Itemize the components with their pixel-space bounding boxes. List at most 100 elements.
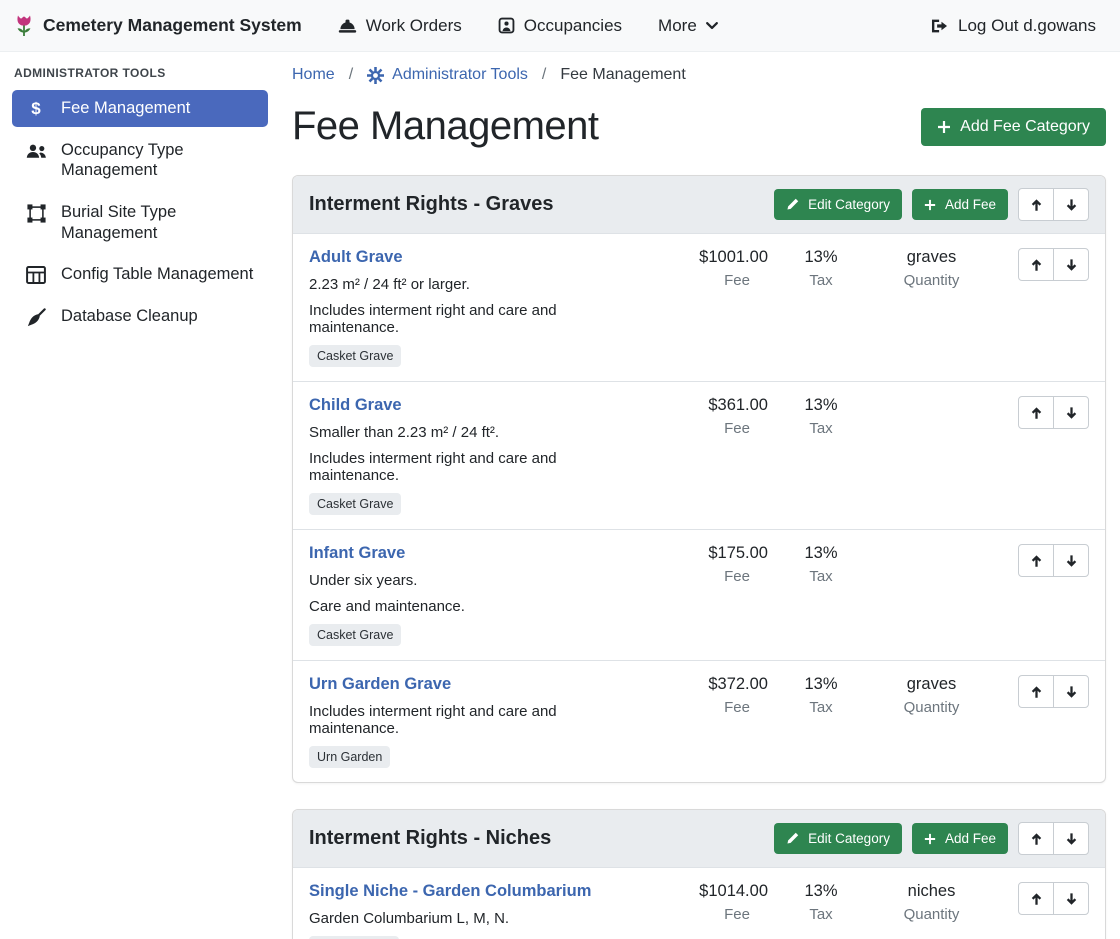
move-fee-down-button[interactable]: [1053, 248, 1089, 281]
move-fee-up-button[interactable]: [1018, 248, 1054, 281]
fee-actions: [999, 248, 1089, 281]
fee-amount: $175.00: [638, 544, 768, 563]
fee-actions: [999, 544, 1089, 577]
nav-occupancies[interactable]: Occupancies: [498, 16, 622, 36]
logout-icon: [930, 18, 949, 34]
move-fee-down-button[interactable]: [1053, 675, 1089, 708]
fee-category-card-graves: Interment Rights - Graves Edit Category …: [292, 175, 1106, 783]
fee-quantity-label: Quantity: [874, 272, 989, 289]
dollar-icon: $: [24, 98, 48, 119]
fee-quantity-cell: [874, 396, 989, 401]
move-category-up-button[interactable]: [1018, 188, 1054, 221]
nav-work-orders[interactable]: Work Orders: [338, 16, 462, 36]
top-navbar: Cemetery Management System Work Orders O…: [0, 0, 1120, 52]
sidebar-item-config-table-management[interactable]: Config Table Management: [12, 256, 268, 293]
add-fee-category-button[interactable]: Add Fee Category: [921, 108, 1106, 146]
add-fee-label: Add Fee: [945, 197, 996, 212]
fee-row: Adult Grave 2.23 m² / 24 ft² or larger. …: [293, 233, 1105, 381]
fee-name-link[interactable]: Adult Grave: [309, 248, 403, 267]
page-title: Fee Management: [292, 104, 599, 149]
fee-tax-cell: 13% Tax: [776, 675, 866, 716]
move-fee-up-button[interactable]: [1018, 544, 1054, 577]
arrow-down-icon: [1065, 406, 1078, 420]
nav-more-label: More: [658, 16, 697, 36]
fee-tax: 13%: [776, 544, 866, 563]
fee-category-card-niches: Interment Rights - Niches Edit Category …: [292, 809, 1106, 939]
logout-label: Log Out d.gowans: [958, 16, 1096, 36]
admin-sidebar: ADMINISTRATOR TOOLS $ Fee Management Occ…: [0, 52, 280, 340]
fee-info: Child Grave Smaller than 2.23 m² / 24 ft…: [309, 396, 638, 515]
category-header: Interment Rights - Niches Edit Category …: [293, 810, 1105, 867]
gear-icon: [367, 67, 384, 84]
fee-tax: 13%: [776, 248, 866, 267]
arrow-down-icon: [1065, 832, 1078, 846]
edit-category-label: Edit Category: [808, 831, 890, 846]
breadcrumb-separator: /: [542, 66, 546, 84]
fee-reorder-group: [1018, 396, 1089, 429]
breadcrumb-admin-tools-link[interactable]: Administrator Tools: [367, 66, 528, 84]
sidebar-item-database-cleanup[interactable]: Database Cleanup: [12, 298, 268, 335]
sidebar-item-label: Database Cleanup: [61, 306, 198, 327]
fee-row: Single Niche - Garden Columbarium Garden…: [293, 867, 1105, 939]
sidebar-item-occupancy-type-management[interactable]: Occupancy Type Management: [12, 132, 268, 189]
fee-name-link[interactable]: Infant Grave: [309, 544, 405, 563]
arrow-up-icon: [1030, 892, 1043, 906]
edit-category-button[interactable]: Edit Category: [774, 823, 902, 854]
fee-name-link[interactable]: Single Niche - Garden Columbarium: [309, 882, 591, 901]
breadcrumb-home-link[interactable]: Home: [292, 66, 335, 84]
app-brand: Cemetery Management System: [14, 14, 302, 38]
move-category-down-button[interactable]: [1053, 188, 1089, 221]
fee-amount-label: Fee: [638, 906, 768, 923]
fee-quantity: niches: [874, 882, 989, 901]
fee-info: Infant Grave Under six years. Care and m…: [309, 544, 638, 646]
fee-tax-label: Tax: [776, 568, 866, 585]
edit-category-button[interactable]: Edit Category: [774, 189, 902, 220]
fee-amount-label: Fee: [638, 420, 768, 437]
fee-description: Garden Columbarium L, M, N.: [309, 910, 632, 927]
arrow-down-icon: [1065, 198, 1078, 212]
logout-link[interactable]: Log Out d.gowans: [930, 16, 1096, 36]
app-title: Cemetery Management System: [43, 15, 302, 36]
add-fee-button[interactable]: Add Fee: [912, 823, 1008, 854]
move-category-down-button[interactable]: [1053, 822, 1089, 855]
category-reorder-group: [1018, 822, 1089, 855]
fee-name-link[interactable]: Urn Garden Grave: [309, 675, 451, 694]
move-category-up-button[interactable]: [1018, 822, 1054, 855]
fee-amount: $372.00: [638, 675, 768, 694]
add-fee-button[interactable]: Add Fee: [912, 189, 1008, 220]
breadcrumb-separator: /: [349, 66, 353, 84]
fee-quantity: graves: [874, 675, 989, 694]
sidebar-item-fee-management[interactable]: $ Fee Management: [12, 90, 268, 127]
fee-tax-label: Tax: [776, 420, 866, 437]
page-header: Fee Management Add Fee Category: [292, 104, 1106, 149]
move-fee-up-button[interactable]: [1018, 675, 1054, 708]
edit-category-label: Edit Category: [808, 197, 890, 212]
breadcrumb-current: Fee Management: [560, 66, 685, 84]
fee-description: Smaller than 2.23 m² / 24 ft².: [309, 424, 632, 441]
arrow-up-icon: [1030, 685, 1043, 699]
occupancy-type-badge: Urn Garden: [309, 746, 390, 768]
nav-more[interactable]: More: [658, 16, 718, 36]
fee-info: Adult Grave 2.23 m² / 24 ft² or larger. …: [309, 248, 638, 367]
move-fee-down-button[interactable]: [1053, 396, 1089, 429]
fee-tax-label: Tax: [776, 272, 866, 289]
people-icon: [24, 140, 48, 181]
fee-name-link[interactable]: Child Grave: [309, 396, 402, 415]
fee-actions: [999, 396, 1089, 429]
move-fee-up-button[interactable]: [1018, 396, 1054, 429]
plus-icon: [937, 120, 951, 134]
move-fee-down-button[interactable]: [1053, 544, 1089, 577]
sidebar-item-label: Burial Site Type Management: [61, 202, 256, 243]
add-fee-category-label: Add Fee Category: [960, 118, 1090, 136]
move-fee-up-button[interactable]: [1018, 882, 1054, 915]
fee-quantity-label: Quantity: [874, 906, 989, 923]
fee-amount-cell: $1014.00 Fee: [638, 882, 768, 923]
fee-reorder-group: [1018, 882, 1089, 915]
sidebar-item-burial-site-type-management[interactable]: Burial Site Type Management: [12, 194, 268, 251]
fee-amount-cell: $372.00 Fee: [638, 675, 768, 716]
fee-amount-cell: $361.00 Fee: [638, 396, 768, 437]
sidebar-item-label: Fee Management: [61, 98, 190, 119]
move-fee-down-button[interactable]: [1053, 882, 1089, 915]
arrow-down-icon: [1065, 685, 1078, 699]
fee-amount: $1014.00: [638, 882, 768, 901]
